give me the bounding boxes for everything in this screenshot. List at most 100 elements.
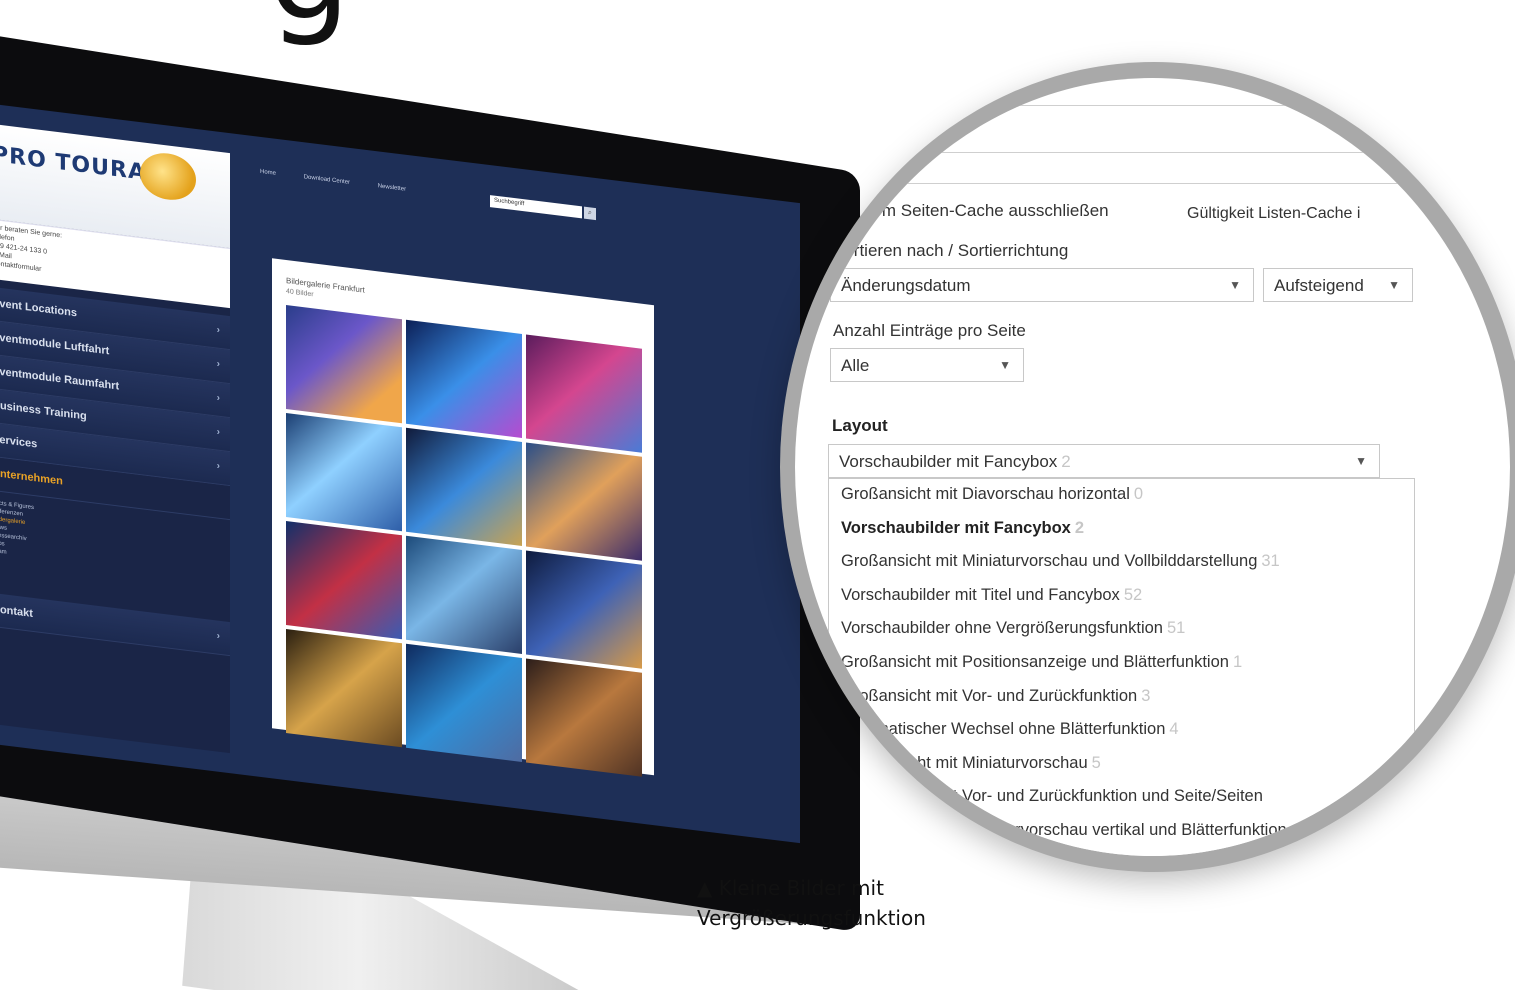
chevron-right-icon: ›	[216, 630, 220, 642]
layout-option[interactable]: Großansicht mit Vor- und Zurückfunktion 3	[829, 681, 1414, 715]
site-sidebar: PRO TOURA Wir beraten Sie gerne: Telefon…	[0, 122, 230, 754]
gallery-thumbnail[interactable]	[286, 305, 402, 424]
sort-label: Sortieren nach / Sortierrichtung	[833, 241, 1069, 260]
site-nav: Event Locations › Eventmodule Luftfahrt › …	[0, 277, 230, 657]
option-label: Vorschaubilder mit Titel und Fancybox	[841, 585, 1120, 604]
layout-option[interactable]: Großansicht mit Miniaturvorschau 5	[829, 748, 1414, 782]
monitor-screen: PRO TOURA Wir beraten Sie gerne: Telefon…	[0, 100, 800, 844]
image-caption: ▲ Kleine Bilder mit Vergrößerungsfunktio…	[697, 873, 926, 933]
topnav-download-center[interactable]: Download Center	[304, 174, 350, 186]
chevron-down-icon: ▼	[1388, 278, 1400, 292]
option-number: 52	[1123, 585, 1143, 604]
gallery-thumbnail[interactable]	[406, 427, 522, 547]
chevron-right-icon: ›	[216, 426, 220, 438]
nav-item-kontakt[interactable]: Kontakt ›	[0, 591, 230, 657]
top-nav: Home Download Center Newsletter	[260, 169, 432, 196]
entries-per-page-select[interactable]: Alle ▼	[830, 348, 1024, 382]
sort-field-select[interactable]: Änderungsdatum ▼	[830, 268, 1254, 302]
layout-dropdown: Großansicht mit Diavorschau horizontal 0 …	[828, 478, 1415, 856]
layout-select[interactable]: Vorschaubilder mit Fancybox 2 ▼	[828, 444, 1380, 478]
exclude-cache-option[interactable]: Vom Seiten-Cache ausschließen	[835, 201, 1109, 221]
nav-item-label: Business Training	[0, 398, 87, 423]
option-label: Großansicht mit Miniaturvorschau und Vol…	[841, 552, 1258, 571]
topnav-newsletter[interactable]: Newsletter	[378, 183, 406, 192]
caption-text-2: Vergrößerungsfunktion	[697, 906, 926, 930]
gallery-grid	[286, 305, 642, 777]
gallery-thumbnail[interactable]	[406, 319, 522, 439]
monitor: PRO TOURA Wir beraten Sie gerne: Telefon…	[0, 30, 900, 990]
site-search-input[interactable]: Suchbegriff	[490, 195, 582, 219]
option-number: 31	[1261, 552, 1280, 571]
option-number: 3	[1141, 686, 1151, 705]
layout-option[interactable]: Großansicht mit Diavorschau horizontal 0	[829, 479, 1414, 513]
layout-option[interactable]: Großansicht mit Positionsanzeige und Blä…	[829, 647, 1414, 681]
layout-option[interactable]: Großansicht mit Vor- und Zurückfunktion …	[829, 781, 1414, 815]
magnifier: Dateien Vom Seiten-Cache ausschließen Gü…	[795, 78, 1510, 856]
option-number: 5	[1091, 753, 1101, 772]
option-label: Großansicht mit Miniaturvorschau vertika…	[841, 820, 1287, 839]
gallery-panel: Bildergalerie Frankfurt 40 Bilder	[272, 258, 654, 777]
option-label: Automatischer Wechsel ohne Blätterfunkti…	[841, 720, 1166, 739]
option-number: 2	[1074, 518, 1085, 537]
nav-item-label: Eventmodule Raumfahrt	[0, 364, 120, 393]
chevron-down-icon: ▼	[999, 358, 1011, 372]
layout-label: Layout	[832, 416, 888, 435]
layout-option[interactable]: Großansicht mit Miniaturvorschau und Vol…	[829, 546, 1414, 580]
exclude-cache-label: Vom Seiten-Cache ausschließen	[862, 201, 1109, 220]
option-label: Vorschaubilder mit Fancybox	[841, 518, 1071, 537]
layout-option[interactable]: Vorschaubilder ohne Vergrößerungsfunktio…	[829, 613, 1414, 647]
gallery-thumbnail[interactable]	[526, 442, 642, 561]
entries-per-page-label: Anzahl Einträge pro Seite	[833, 321, 1026, 340]
option-number: 1	[1232, 652, 1243, 671]
nav-item-label: Services	[0, 432, 38, 451]
cache-validity-label: Gültigkeit Listen-Cache i	[1187, 205, 1361, 222]
option-label: Großansicht mit Positionsanzeige und Blä…	[841, 652, 1229, 671]
chevron-right-icon: ›	[216, 392, 220, 404]
gallery-thumbnail[interactable]	[406, 535, 522, 655]
nav-item-label: Eventmodule Luftfahrt	[0, 330, 110, 358]
gallery-thumbnail[interactable]	[406, 643, 522, 763]
chevron-right-icon: ›	[216, 460, 220, 472]
gallery-thumbnail[interactable]	[286, 521, 402, 640]
option-label: Großansicht mit Vor- und Zurückfunktion	[841, 686, 1138, 705]
sort-direction-value: Aufsteigend	[1274, 276, 1364, 295]
gallery-thumbnail[interactable]	[286, 413, 402, 532]
gallery-thumbnail[interactable]	[526, 334, 642, 453]
option-label: Großansicht mit Diavorschau horizontal	[841, 485, 1130, 503]
chevron-right-icon: ›	[216, 358, 220, 370]
option-number: 4	[1169, 720, 1179, 739]
nav-item-label: Unternehmen	[0, 466, 63, 488]
gallery-thumbnail[interactable]	[526, 658, 642, 777]
topnav-home[interactable]: Home	[260, 169, 276, 177]
caption-text-1: Kleine Bilder mit	[718, 876, 884, 900]
nav-item-label: Event Locations	[0, 296, 77, 320]
layout-option-selected[interactable]: Vorschaubilder mit Fancybox 2	[829, 513, 1414, 547]
gallery-thumbnail[interactable]	[526, 550, 642, 669]
sort-direction-select[interactable]: Aufsteigend ▼	[1263, 268, 1413, 302]
chevron-down-icon: ▼	[1229, 278, 1241, 292]
layout-option[interactable]: Automatischer Wechsel ohne Blätterfunkti…	[829, 714, 1414, 748]
layout-value: Vorschaubilder mit Fancybox	[839, 452, 1058, 471]
search-icon[interactable]: ⌕	[584, 206, 596, 221]
sort-field-value: Änderungsdatum	[841, 276, 971, 295]
globe-icon	[140, 150, 196, 203]
layout-option[interactable]: Großansicht mit Miniaturvorschau vertika…	[829, 815, 1414, 849]
gallery-thumbnail[interactable]	[286, 629, 402, 748]
layout-option[interactable]: Vorschaubilder mit Titel und Fancybox 52	[829, 580, 1414, 614]
triangle-up-icon: ▲	[697, 876, 713, 900]
caption-line-1: ▲ Kleine Bilder mit	[697, 873, 926, 903]
files-field[interactable]: Dateien	[833, 105, 1510, 153]
option-number: 51	[1166, 619, 1186, 638]
nav-item-label: Kontakt	[0, 602, 33, 620]
exclude-cache-checkbox[interactable]	[835, 201, 853, 219]
chevron-down-icon: ▼	[1355, 454, 1367, 468]
option-label: Großansicht mit Miniaturvorschau	[841, 753, 1088, 772]
option-label: Großansicht mit Vor- und Zurückfunktion …	[841, 787, 1263, 806]
layout-value-number: 2	[1061, 452, 1071, 471]
option-label: Vorschaubilder ohne Vergrößerungsfunktio…	[841, 619, 1163, 638]
option-number: 0	[1133, 485, 1144, 503]
chevron-right-icon: ›	[216, 324, 220, 336]
settings-panel: Dateien Vom Seiten-Cache ausschließen Gü…	[795, 78, 1510, 856]
entries-per-page-value: Alle	[841, 356, 870, 375]
input-field[interactable]	[833, 152, 1510, 184]
